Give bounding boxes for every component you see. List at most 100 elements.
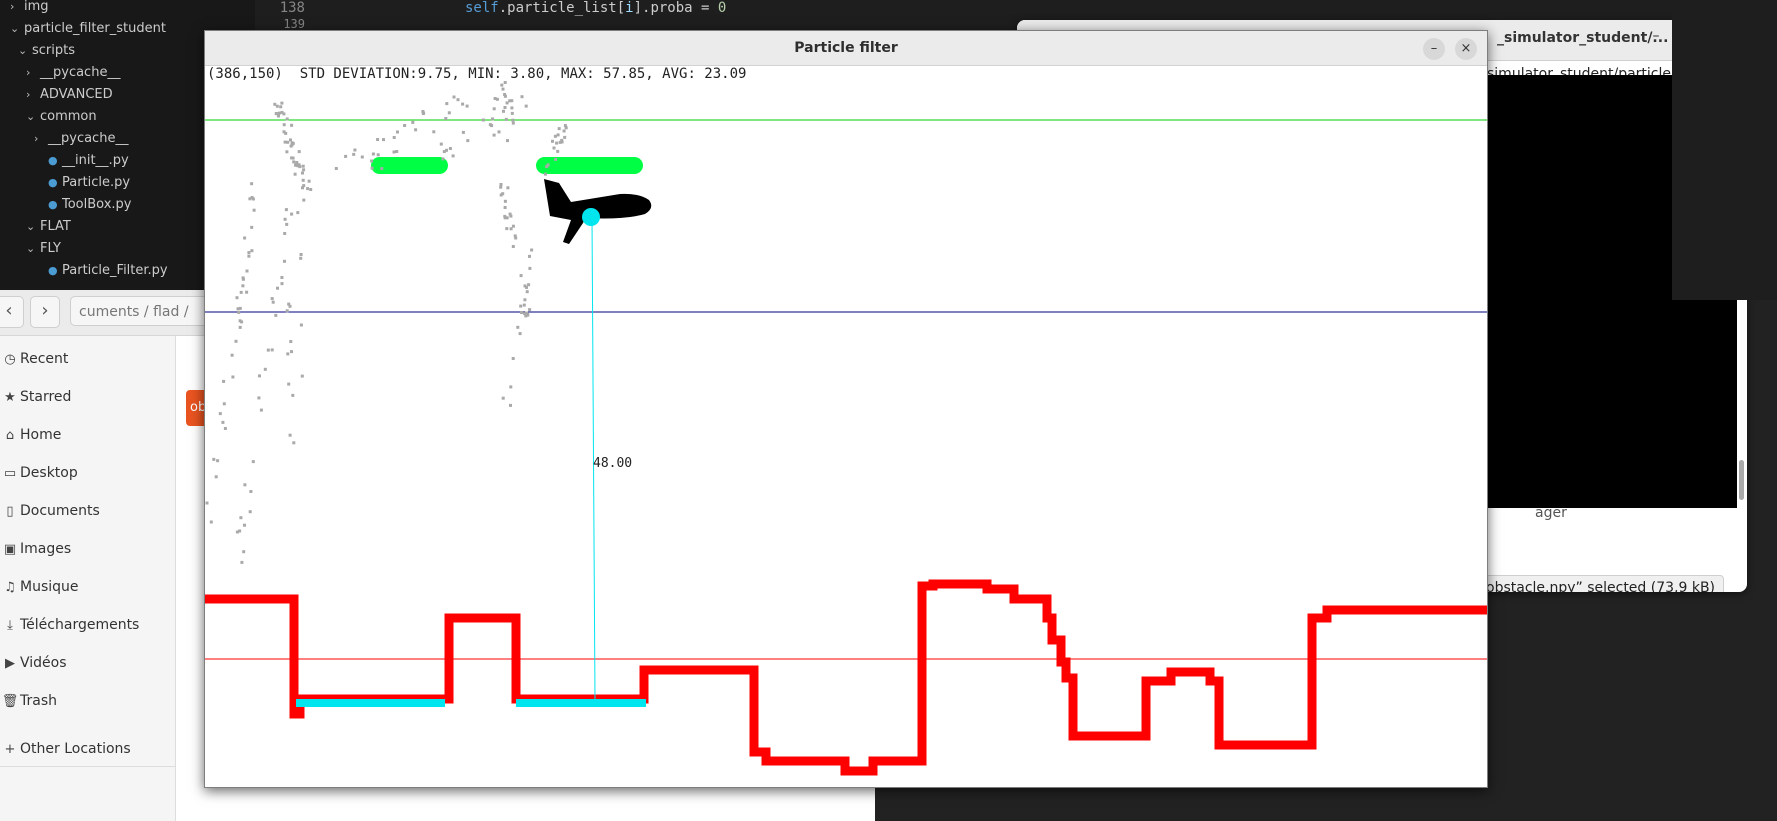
explorer-folder[interactable]: ⌄ particle_filter_student — [10, 19, 166, 39]
close-button[interactable]: × — [1455, 38, 1477, 60]
explorer-folder[interactable]: › img — [10, 0, 49, 17]
particle — [519, 304, 523, 308]
simulation-canvas[interactable]: (386,150) STD DEVIATION:9.75, MIN: 3.80,… — [205, 66, 1487, 787]
explorer-item-label: particle_filter_student — [24, 21, 166, 36]
particle — [495, 97, 499, 101]
particle — [279, 105, 283, 109]
particle — [250, 249, 254, 253]
sidebar-item-home[interactable]: ⌂ Home — [0, 422, 175, 448]
particle — [285, 150, 289, 154]
particle — [553, 134, 557, 138]
particle — [245, 290, 249, 294]
particle — [442, 150, 446, 154]
sidebar-item-label: Home — [20, 427, 62, 443]
particle — [403, 124, 407, 127]
forward-button[interactable]: › — [30, 296, 60, 328]
explorer-item-label: img — [24, 0, 49, 14]
particle — [392, 150, 396, 154]
particle — [551, 139, 554, 143]
explorer-item-label: FLAT — [40, 219, 71, 234]
explorer-folder[interactable]: › __pycache__ — [34, 129, 128, 149]
code-line[interactable]: self.particle_list[i].proba = 0 — [465, 0, 726, 16]
sidebar-item-recent[interactable]: ◷ Recent — [0, 346, 175, 372]
particle — [245, 269, 249, 273]
sidebar-item-musique[interactable]: ♫ Musique — [0, 574, 175, 600]
sidebar-item-other-locations[interactable]: + Other Locations — [0, 736, 175, 762]
sidebar-item-images[interactable]: ▣ Images — [0, 536, 175, 562]
explorer-file[interactable]: ● Particle_Filter.py — [48, 261, 168, 281]
particle — [511, 118, 515, 122]
sidebar-item-label: Other Locations — [20, 741, 131, 757]
minimize-button[interactable]: – — [1423, 38, 1445, 60]
cursor-coords: (386,150) — [207, 66, 283, 82]
particle — [290, 212, 294, 216]
explorer-file[interactable]: ● Particle.py — [48, 173, 130, 193]
particle — [292, 160, 296, 164]
particle — [282, 123, 286, 127]
particle — [238, 325, 242, 329]
sidebar-item-starred[interactable]: ★ Starred — [0, 384, 175, 410]
explorer-file[interactable]: ● ToolBox.py — [48, 195, 132, 215]
particle — [240, 320, 244, 324]
particle — [301, 164, 305, 168]
sidebar-divider — [0, 766, 175, 767]
particle — [234, 339, 238, 343]
particle — [526, 313, 530, 317]
scrollbar[interactable] — [1739, 460, 1744, 500]
particle — [243, 523, 246, 527]
particle — [520, 311, 523, 314]
explorer-folder[interactable]: ⌄ FLY — [26, 239, 61, 259]
sidebar-item-trash[interactable]: 🗑 Trash — [0, 688, 175, 714]
chevron-down-icon: ⌄ — [18, 44, 28, 57]
explorer-folder[interactable]: › ADVANCED — [26, 85, 113, 105]
explorer-item-label: ToolBox.py — [62, 197, 132, 212]
particle — [422, 111, 426, 115]
minimize-icon[interactable]: – — [1639, 28, 1673, 44]
explorer-folder[interactable]: › __pycache__ — [26, 63, 120, 83]
particle — [230, 353, 234, 357]
sidebar-item-documents[interactable]: ▯ Documents — [0, 498, 175, 524]
explorer-file[interactable]: ● __init__.py — [48, 151, 129, 171]
particle — [490, 124, 494, 128]
particle — [503, 216, 507, 220]
explorer-folder[interactable]: ⌄ scripts — [18, 41, 75, 61]
particle — [249, 490, 253, 493]
particle — [212, 457, 216, 461]
sidebar-item-desktop[interactable]: ▭ Desktop — [0, 460, 175, 486]
particle — [506, 139, 509, 143]
line-number-next: 139 — [283, 17, 305, 31]
back-button[interactable]: ‹ — [0, 296, 24, 328]
particle — [511, 121, 515, 125]
particle — [274, 112, 278, 116]
plus-icon: + — [4, 742, 16, 757]
particle — [557, 127, 561, 131]
particle — [302, 198, 306, 202]
particle — [461, 130, 465, 134]
particle — [509, 403, 512, 407]
particle — [525, 285, 528, 289]
particle — [280, 282, 284, 286]
particle — [283, 259, 286, 263]
particle — [290, 156, 294, 160]
particle-filter-titlebar[interactable]: Particle filter – × — [205, 31, 1487, 66]
particle — [284, 208, 288, 212]
particle — [392, 136, 396, 139]
explorer-folder[interactable]: ⌄ FLAT — [26, 217, 71, 237]
particle-filter-window[interactable]: Particle filter – × (386,150) STD DEVIAT… — [204, 30, 1488, 788]
editor-minimap[interactable] — [1672, 0, 1777, 300]
explorer-item-label: __init__.py — [62, 153, 129, 168]
particle — [299, 256, 303, 260]
particle — [545, 165, 549, 169]
particle — [511, 245, 515, 248]
particle — [282, 130, 286, 134]
sidebar-item-vid-os[interactable]: ▶ Vidéos — [0, 650, 175, 676]
particle — [283, 217, 287, 221]
sidebar-item-t-l-chargements[interactable]: ⤓ Téléchargements — [0, 612, 175, 638]
particle — [309, 188, 313, 191]
particle — [222, 402, 226, 406]
particle — [221, 420, 225, 424]
terrain-profile — [205, 579, 1487, 776]
particle — [258, 374, 261, 378]
trash-icon: 🗑 — [1, 694, 19, 709]
explorer-folder[interactable]: ⌄ common — [26, 107, 97, 127]
